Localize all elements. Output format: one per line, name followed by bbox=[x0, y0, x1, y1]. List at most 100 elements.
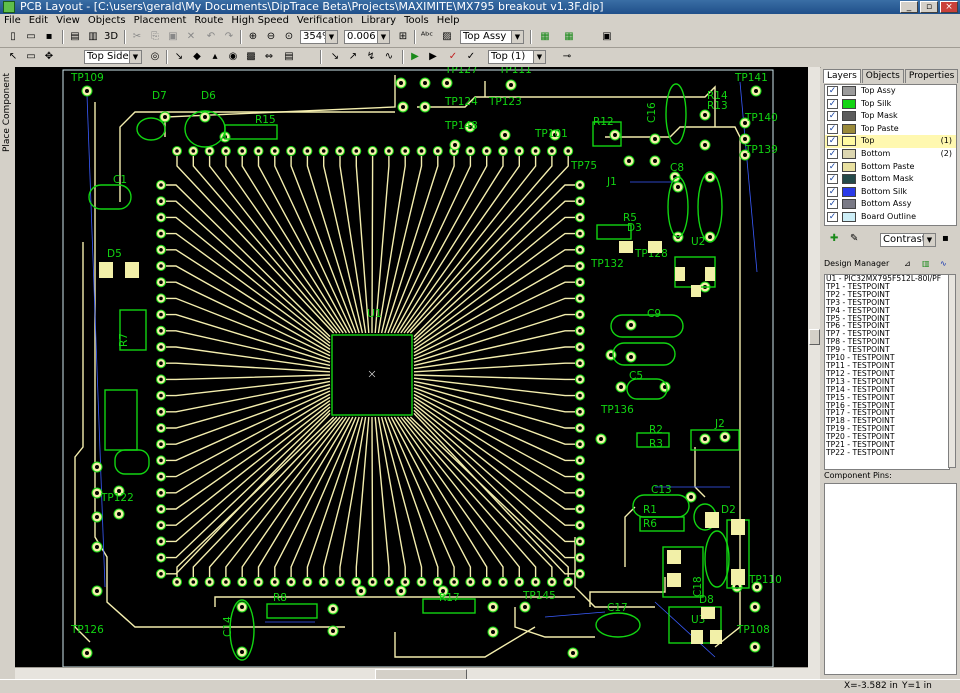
reroute-icon[interactable]: ↗ bbox=[346, 50, 360, 63]
tune-icon[interactable]: ∿ bbox=[382, 50, 396, 63]
layer-visible-checkbox[interactable]: ✓ bbox=[827, 136, 838, 147]
layer-row[interactable]: ✓ Bottom Assy bbox=[825, 198, 956, 211]
layer-color-swatch[interactable] bbox=[842, 123, 856, 134]
pointer-icon[interactable]: ↖ bbox=[6, 50, 20, 63]
pcb-trace[interactable] bbox=[413, 330, 575, 367]
graphics-icon[interactable]: ▤ bbox=[282, 50, 296, 63]
zoom-in-icon[interactable]: ⊕ bbox=[246, 30, 260, 43]
grid-toggle-icon[interactable]: ⊞ bbox=[396, 30, 410, 43]
copper-pour-icon[interactable]: ▩ bbox=[244, 50, 258, 63]
layer-visible-checkbox[interactable]: ✓ bbox=[827, 186, 838, 197]
layer-visible-checkbox[interactable]: ✓ bbox=[827, 86, 838, 96]
side-combo[interactable]: Top Side ▼ bbox=[84, 50, 142, 64]
pcb-canvas[interactable]: U1 TP109 TP127 TP111 TP141 D7 D6 R15 TP124 TP123… bbox=[15, 67, 808, 667]
menu-help[interactable]: Help bbox=[433, 14, 464, 27]
zoom-out-icon[interactable]: ⊖ bbox=[264, 30, 278, 43]
pcb-trace[interactable] bbox=[400, 156, 520, 334]
pcb-trace[interactable] bbox=[166, 330, 331, 367]
menu-tools[interactable]: Tools bbox=[400, 14, 433, 27]
component-list-item[interactable]: TP22 - TESTPOINT bbox=[825, 449, 949, 457]
connectivity-icon[interactable]: ✓ bbox=[464, 50, 478, 63]
pcb-trace[interactable] bbox=[192, 416, 338, 577]
paste-icon[interactable]: ▣ bbox=[166, 30, 180, 43]
image-icon[interactable]: ▨ bbox=[440, 30, 454, 43]
run-autorouter-icon[interactable]: ▶ bbox=[408, 50, 422, 63]
layer-setup-icon[interactable]: ⊸ bbox=[560, 50, 574, 63]
route-icon[interactable]: ↘ bbox=[172, 50, 186, 63]
layer-color-swatch[interactable] bbox=[842, 148, 856, 159]
layers-icon[interactable]: ▦ bbox=[562, 30, 576, 43]
layer-row[interactable]: ✓ Top (1) bbox=[825, 135, 956, 148]
layer-color-swatch[interactable] bbox=[842, 111, 856, 122]
settings-icon[interactable]: ▪ bbox=[942, 233, 949, 244]
pcb-trace[interactable] bbox=[166, 387, 331, 445]
pcb-trace[interactable] bbox=[241, 416, 347, 577]
component-list-scrollbar[interactable] bbox=[948, 274, 956, 468]
delete-icon[interactable]: ✕ bbox=[184, 30, 198, 43]
tab-properties[interactable]: Properties bbox=[904, 69, 959, 83]
close-button[interactable]: × bbox=[940, 1, 958, 13]
pcb-trace[interactable] bbox=[241, 156, 347, 334]
menu-placement[interactable]: Placement bbox=[130, 14, 191, 27]
tab-layers[interactable]: Layers bbox=[823, 69, 861, 83]
pcb-trace[interactable] bbox=[413, 346, 575, 370]
pcb-trace[interactable] bbox=[166, 374, 331, 381]
pad-icon[interactable]: ▴ bbox=[208, 50, 222, 63]
menu-objects[interactable]: Objects bbox=[84, 14, 130, 27]
place-component-tab[interactable]: Place Component bbox=[2, 73, 13, 152]
layer-row[interactable]: ✓ Bottom Silk bbox=[825, 186, 956, 199]
pan-icon[interactable]: ✥ bbox=[42, 50, 56, 63]
minimize-button[interactable]: _ bbox=[900, 1, 918, 13]
cut-icon[interactable]: ✂ bbox=[130, 30, 144, 43]
layer-color-swatch[interactable] bbox=[842, 174, 856, 185]
pcb-trace[interactable] bbox=[192, 156, 338, 334]
layer-row[interactable]: ✓ Bottom Mask bbox=[825, 173, 956, 186]
dm-component-icon[interactable]: ▥ bbox=[922, 257, 930, 271]
pcb-trace[interactable] bbox=[413, 265, 575, 354]
layer-color-swatch[interactable] bbox=[842, 86, 856, 96]
layer-visible-checkbox[interactable]: ✓ bbox=[827, 123, 838, 134]
layer-row[interactable]: ✓ Bottom (2) bbox=[825, 148, 956, 161]
layer-row[interactable]: ✓ Board Outline bbox=[825, 211, 956, 224]
hole-icon[interactable]: ◉ bbox=[226, 50, 240, 63]
pcb-trace[interactable] bbox=[413, 383, 575, 429]
find-icon[interactable]: ◎ bbox=[148, 50, 162, 63]
undo-icon[interactable]: ↶ bbox=[204, 30, 218, 43]
layer-visible-checkbox[interactable]: ✓ bbox=[827, 98, 838, 109]
dm-net-icon[interactable]: ∿ bbox=[940, 257, 947, 271]
pcb-trace[interactable] bbox=[166, 406, 331, 543]
vscroll-thumb[interactable] bbox=[809, 329, 820, 345]
text-icon[interactable]: ᴬᵇᶜ bbox=[420, 30, 434, 43]
layer-color-swatch[interactable] bbox=[842, 98, 856, 109]
open-icon[interactable]: ▭ bbox=[24, 30, 38, 43]
pcb-trace[interactable] bbox=[257, 156, 351, 334]
layer-visible-checkbox[interactable]: ✓ bbox=[827, 211, 838, 222]
print-icon[interactable]: ▤ bbox=[68, 30, 82, 43]
edit-layer-icon[interactable]: ✎ bbox=[850, 233, 858, 244]
save-icon[interactable]: ▪ bbox=[42, 30, 56, 43]
board-icon[interactable]: ▦ bbox=[538, 30, 552, 43]
maximize-button[interactable]: ▫ bbox=[920, 1, 938, 13]
zoom-combo[interactable]: 354% ▼ bbox=[300, 30, 338, 44]
layer-color-swatch[interactable] bbox=[842, 136, 856, 147]
menu-view[interactable]: View bbox=[52, 14, 84, 27]
menu-library[interactable]: Library bbox=[357, 14, 400, 27]
menu-verification[interactable]: Verification bbox=[293, 14, 357, 27]
layer-color-swatch[interactable] bbox=[842, 199, 856, 210]
current-layer-combo[interactable]: Top (1) ▼ bbox=[488, 50, 546, 64]
3d-view-button[interactable]: 3D bbox=[104, 30, 118, 43]
copy-icon[interactable]: ⎘ bbox=[148, 30, 162, 43]
menu-high-speed[interactable]: High Speed bbox=[227, 14, 293, 27]
new-icon[interactable]: ▯ bbox=[6, 30, 20, 43]
unroute-icon[interactable]: ↯ bbox=[364, 50, 378, 63]
layer-view-combo[interactable]: Top Assy ▼ bbox=[460, 30, 524, 44]
pcb-trace[interactable] bbox=[413, 400, 575, 510]
pcb-trace[interactable] bbox=[371, 416, 374, 577]
layer-color-swatch[interactable] bbox=[842, 211, 856, 222]
tab-objects[interactable]: Objects bbox=[861, 69, 904, 83]
layer-visible-checkbox[interactable]: ✓ bbox=[827, 174, 838, 185]
layer-visible-checkbox[interactable]: ✓ bbox=[827, 161, 838, 172]
layer-row[interactable]: ✓ Top Silk bbox=[825, 98, 956, 111]
contrast-combo[interactable]: Contrast ▼ bbox=[880, 233, 936, 247]
net-icon[interactable]: ▣ bbox=[600, 30, 614, 43]
